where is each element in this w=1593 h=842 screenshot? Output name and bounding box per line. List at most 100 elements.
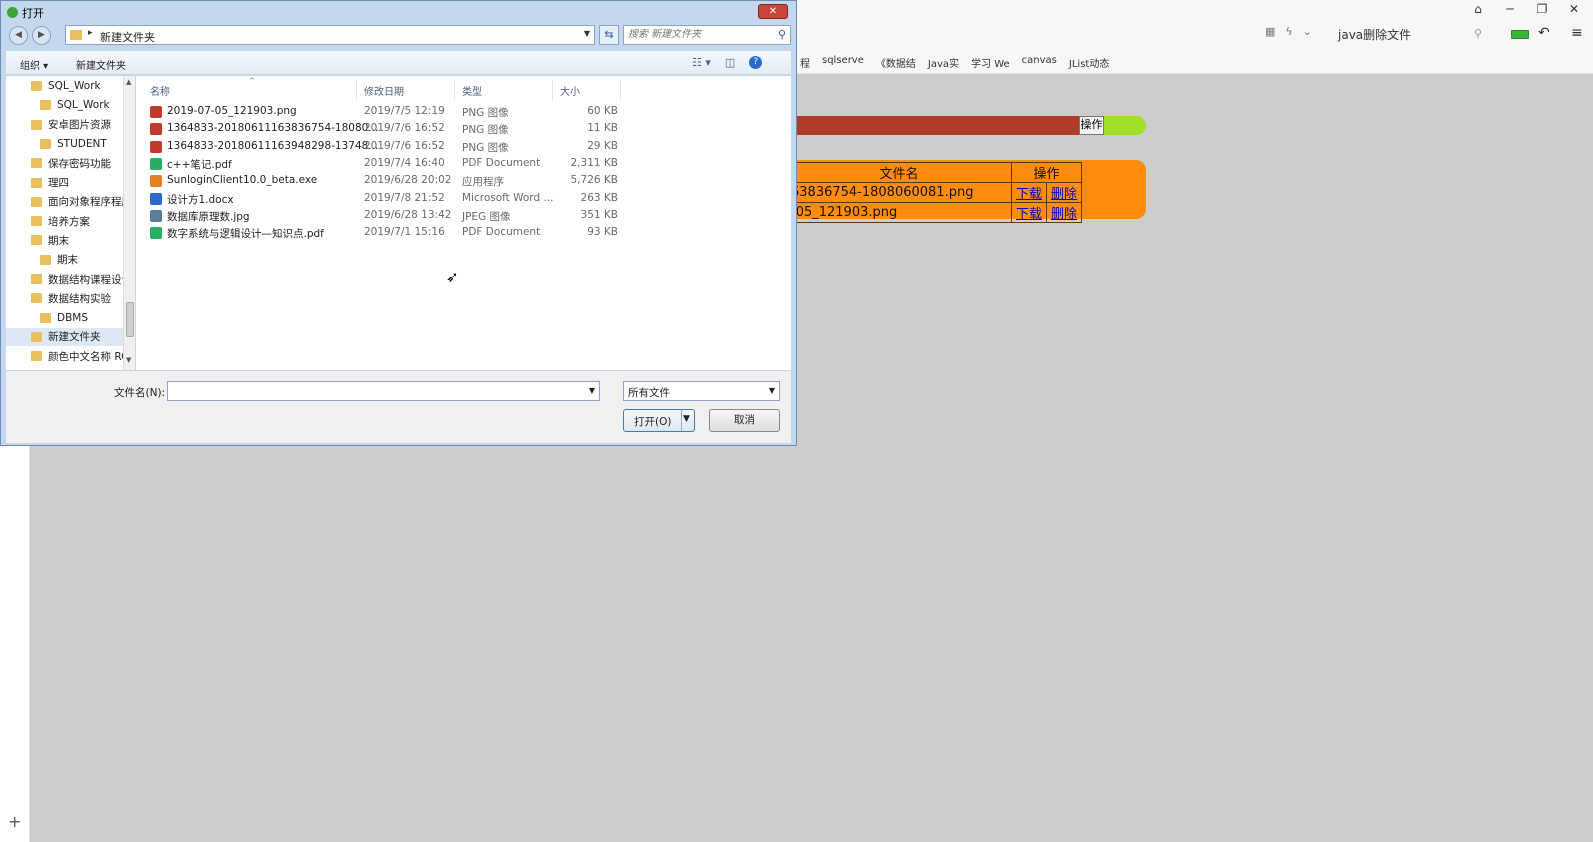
- file-name: 1364833-20180611163836754-18080...: [167, 122, 379, 135]
- file-size: 29 KB: [587, 139, 618, 152]
- view-options-icon[interactable]: ☷ ▾: [692, 56, 711, 69]
- tree-item-label: DBMS: [57, 311, 89, 324]
- folder-icon: [31, 177, 42, 188]
- list-item[interactable]: 设计方1.docx 2019/7/8 21:52 Microsoft Word ..…: [150, 190, 760, 207]
- chevron-down-icon[interactable]: ⌄: [1303, 25, 1312, 38]
- tree-item[interactable]: 期末: [6, 231, 129, 249]
- bookmark-item[interactable]: Java实: [928, 55, 959, 70]
- green-bar: [1104, 116, 1146, 135]
- column-type[interactable]: 类型: [462, 83, 482, 98]
- search-icon[interactable]: ⚲: [1474, 27, 1482, 40]
- download-link[interactable]: 下载: [1016, 207, 1042, 222]
- cancel-button[interactable]: 取消: [709, 409, 780, 432]
- menu-icon[interactable]: ≡: [1571, 25, 1583, 41]
- chevron-right-icon[interactable]: ▸: [88, 28, 93, 38]
- open-button-label: 打开(O): [634, 416, 672, 428]
- file-type: PDF Document: [462, 226, 541, 239]
- tree-scrollbar[interactable]: ▲ ▼: [123, 76, 135, 370]
- file-date: 2019/7/8 21:52: [364, 191, 445, 204]
- delete-link[interactable]: 删除: [1051, 187, 1077, 202]
- file-name: 1364833-20180611163948298-13748...: [167, 139, 379, 152]
- scroll-thumb[interactable]: [126, 302, 134, 337]
- tree-item[interactable]: 保存密码功能: [6, 154, 129, 172]
- folder-tree: SQL_Work SQL_Work 安卓图片资源 STUDENT 保存密码功能 理四 面向对…: [6, 76, 129, 370]
- bookmark-item[interactable]: JList动态: [1069, 55, 1109, 70]
- chevron-down-icon[interactable]: ▼: [589, 386, 595, 395]
- filename-input[interactable]: [171, 384, 571, 397]
- new-folder-button[interactable]: 新建文件夹: [76, 57, 126, 72]
- tree-item[interactable]: 新建文件夹: [6, 327, 129, 346]
- open-button[interactable]: 打开(O) ▼: [623, 409, 695, 432]
- tree-item[interactable]: 数据结构实验: [6, 289, 129, 307]
- file-type: PNG 图像: [462, 124, 509, 137]
- tree-item[interactable]: SQL_Work: [6, 77, 129, 95]
- lightning-icon[interactable]: ϟ: [1285, 25, 1292, 38]
- tree-item[interactable]: 期末: [6, 251, 129, 269]
- tree-item[interactable]: 面向对象程序程序: [6, 193, 129, 211]
- tree-item[interactable]: SQL_Work: [6, 96, 129, 114]
- open-dropdown-icon[interactable]: ▼: [683, 414, 690, 424]
- breadcrumb[interactable]: ▸ 新建文件夹 ▼: [65, 25, 595, 45]
- pin-icon[interactable]: ⌂: [1471, 2, 1485, 16]
- file-date: 2019/7/6 16:52: [364, 139, 445, 152]
- column-size[interactable]: 大小: [560, 83, 580, 98]
- add-icon[interactable]: +: [8, 812, 21, 831]
- list-item[interactable]: 数字系统与逻辑设计—知识点.pdf 2019/7/1 15:16 PDF Docum…: [150, 224, 760, 241]
- address-search-text[interactable]: java删除文件: [1338, 26, 1411, 43]
- bookmark-item[interactable]: 学习 We: [971, 55, 1010, 70]
- undo-icon[interactable]: ↶: [1538, 25, 1550, 41]
- search-icon[interactable]: ⚲: [778, 28, 786, 41]
- scroll-up-icon[interactable]: ▲: [126, 78, 131, 86]
- tree-item[interactable]: 理四: [6, 174, 129, 192]
- file-type-select[interactable]: 所有文件 ▼: [623, 381, 780, 401]
- grid-icon[interactable]: ▦: [1265, 25, 1275, 38]
- bookmark-item[interactable]: 《数据结: [876, 55, 916, 70]
- mouse-cursor-icon: ➶: [446, 268, 459, 286]
- help-icon[interactable]: ?: [749, 56, 763, 69]
- list-item[interactable]: c++笔记.pdf 2019/7/4 16:40 PDF Document 2,311…: [150, 155, 760, 172]
- list-item[interactable]: 数据库原理数.jpg 2019/6/28 13:42 JPEG 图像 351 KB: [150, 207, 760, 224]
- column-name[interactable]: 名称: [150, 83, 170, 98]
- file-size: 11 KB: [587, 122, 618, 135]
- tree-item[interactable]: 颜色中文名称 RC: [6, 347, 129, 365]
- delete-link[interactable]: 删除: [1051, 207, 1077, 222]
- tree-item[interactable]: 数据结构课程设计: [6, 270, 129, 288]
- list-item[interactable]: SunloginClient10.0_beta.exe 2019/6/28 20:…: [150, 172, 760, 189]
- search-input[interactable]: [628, 29, 768, 40]
- back-button[interactable]: ◀: [9, 26, 28, 45]
- close-icon[interactable]: ✕: [1567, 2, 1581, 16]
- tree-item[interactable]: DBMS: [6, 309, 129, 327]
- download-link[interactable]: 下载: [1016, 187, 1042, 202]
- column-date[interactable]: 修改日期: [364, 83, 404, 98]
- tree-item[interactable]: STUDENT: [6, 135, 129, 153]
- minimize-icon[interactable]: ─: [1503, 2, 1517, 16]
- bookmark-item[interactable]: 程: [800, 55, 810, 70]
- list-item[interactable]: 1364833-20180611163948298-13748... 2019/7…: [150, 138, 760, 155]
- folder-icon: [31, 293, 42, 304]
- tree-item-label: 颜色中文名称 RC: [48, 350, 129, 363]
- operate-button[interactable]: 操作: [1079, 116, 1104, 135]
- chevron-down-icon[interactable]: ▼: [769, 386, 775, 395]
- chevron-down-icon[interactable]: ▼: [584, 29, 590, 38]
- scroll-down-icon[interactable]: ▼: [126, 356, 131, 364]
- bookmark-item[interactable]: canvas: [1022, 55, 1057, 70]
- tree-item-label: 数据结构实验: [48, 292, 111, 305]
- dialog-footer: 文件名(N): ▼ 所有文件 ▼ 打开(O) ▼ 取消: [6, 371, 791, 443]
- forward-button[interactable]: ▶: [32, 26, 51, 45]
- tree-item[interactable]: 培养方案: [6, 212, 129, 230]
- file-icon: [150, 140, 162, 153]
- list-item[interactable]: 2019-07-05_121903.png 2019/7/5 12:19 PNG 图…: [150, 103, 760, 120]
- preview-pane-icon[interactable]: ◫: [725, 56, 735, 69]
- list-item[interactable]: 1364833-20180611163836754-18080... 2019/7…: [150, 120, 760, 137]
- folder-icon: [31, 351, 42, 362]
- refresh-button[interactable]: ⇆: [599, 25, 619, 45]
- search-field[interactable]: ⚲: [623, 25, 791, 45]
- file-date: 2019/7/5 12:19: [364, 105, 445, 117]
- bookmark-item[interactable]: sqlserve: [822, 55, 864, 70]
- filename-combobox[interactable]: ▼: [167, 381, 600, 401]
- tree-item[interactable]: 安卓图片资源: [6, 116, 129, 134]
- organize-button[interactable]: 组织 ▾: [20, 57, 48, 72]
- restore-icon[interactable]: ❐: [1535, 2, 1549, 16]
- breadcrumb-folder[interactable]: 新建文件夹: [100, 29, 155, 45]
- dialog-close-button[interactable]: ✕: [758, 4, 788, 19]
